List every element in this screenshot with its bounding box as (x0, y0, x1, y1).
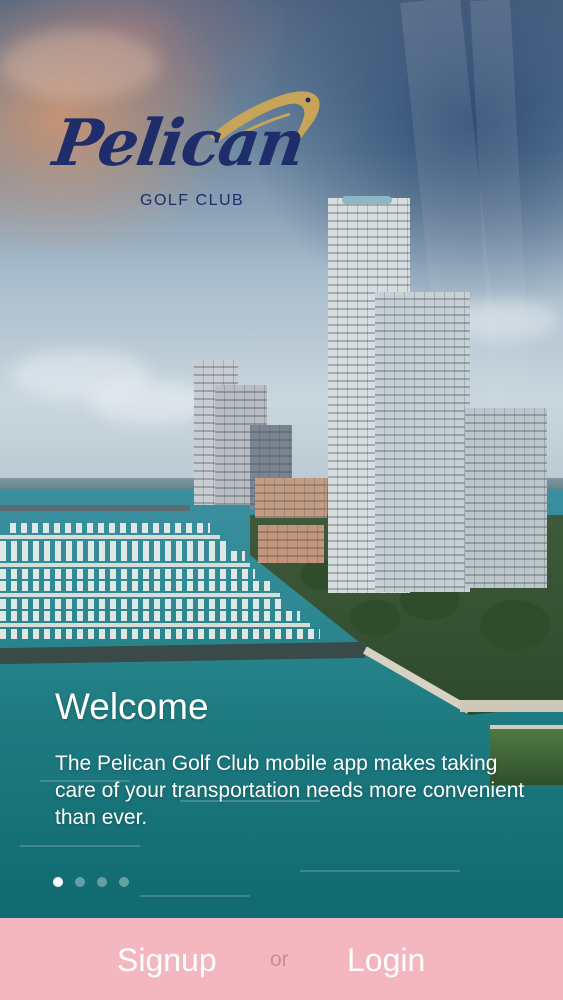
onboarding-screen: Pelican GOLF CLUB Welcome The Pelican Go… (0, 0, 563, 1000)
page-indicator (53, 877, 129, 887)
wave (20, 845, 140, 847)
signup-button[interactable]: Signup (117, 940, 217, 980)
pelican-golf-club-logo: Pelican GOLF CLUB (48, 82, 330, 212)
tower (375, 292, 470, 592)
wave (300, 870, 460, 872)
logo-subtitle: GOLF CLUB (140, 192, 245, 209)
or-separator: or (270, 948, 289, 971)
low-building (255, 478, 327, 518)
welcome-description: The Pelican Golf Club mobile app makes t… (55, 752, 525, 829)
page-dot-1[interactable] (53, 877, 63, 887)
auth-bar: Signup or Login (0, 918, 563, 1000)
causeway (0, 505, 190, 511)
welcome-title: Welcome (55, 686, 209, 727)
tower (465, 408, 547, 588)
cloud (90, 380, 210, 425)
wave (140, 895, 250, 897)
logo-script-text: Pelican (48, 106, 308, 181)
tower-crown (342, 196, 392, 204)
palm-tree (480, 600, 550, 650)
login-button[interactable]: Login (347, 940, 425, 980)
page-dot-4[interactable] (119, 877, 129, 887)
low-building (258, 525, 324, 563)
page-dot-2[interactable] (75, 877, 85, 887)
walkway (460, 700, 563, 712)
page-dot-3[interactable] (97, 877, 107, 887)
